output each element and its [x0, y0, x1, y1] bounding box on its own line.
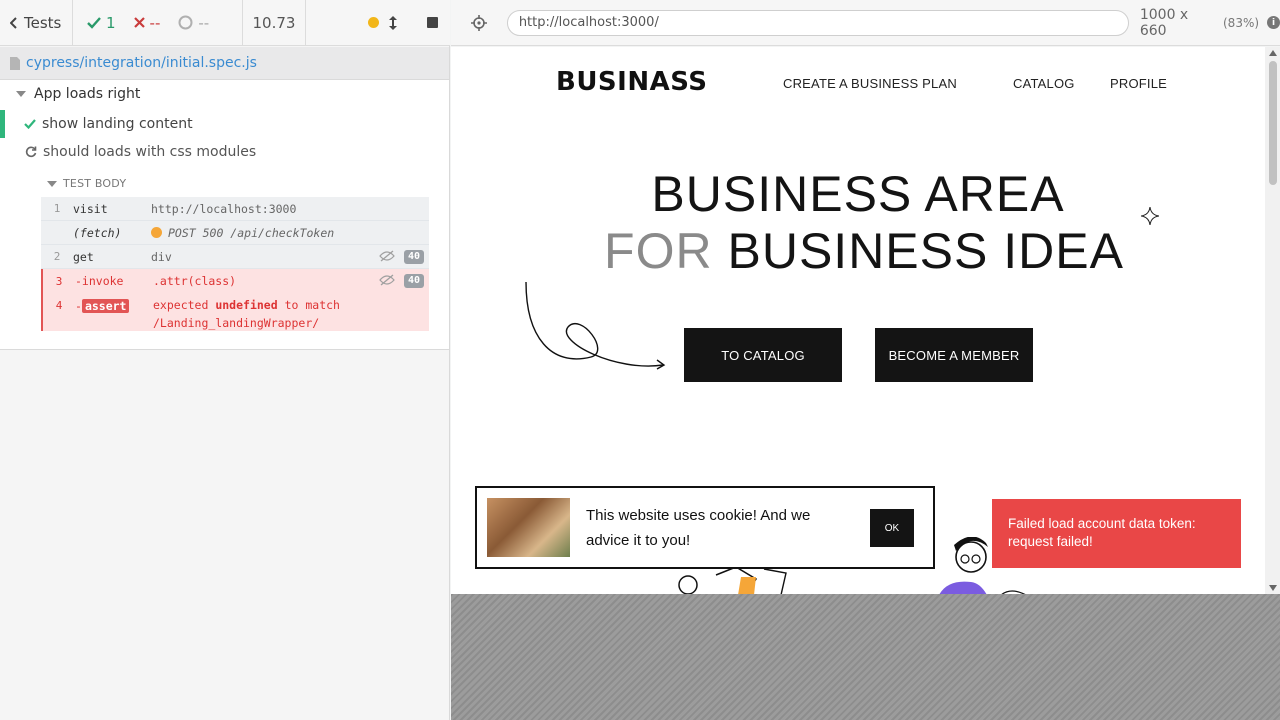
x-icon — [133, 17, 145, 28]
to-catalog-button[interactable]: TO CATALOG — [684, 328, 842, 382]
viewport-info: 1000 x 660 (83%) i — [1140, 7, 1280, 39]
url-bar[interactable]: http://localhost:3000/ — [506, 9, 1129, 36]
passed-count: 1 — [106, 13, 116, 32]
command-row[interactable]: 2 get div 40 — [41, 245, 429, 269]
viewport-size: 1000 x 660 — [1139, 6, 1189, 39]
cookie-text: This website uses cookie! And we advice … — [586, 507, 811, 549]
hero-line2-text: BUSINESS IDEA — [727, 223, 1124, 279]
page-scrollbar[interactable] — [1265, 47, 1280, 594]
running-indicator-icon — [368, 17, 379, 28]
nav-create-plan[interactable]: CREATE A BUSINESS PLAN — [783, 76, 957, 91]
test-title: show landing content — [42, 116, 193, 132]
test-body-label: TEST BODY — [63, 177, 127, 190]
command-log: 1 visit http://localhost:3000 (fetch) PO… — [41, 197, 429, 331]
site-logo[interactable]: BUSINASS — [556, 67, 708, 97]
scroll-toggle-icon[interactable] — [389, 15, 397, 30]
element-count-badge: 40 — [404, 274, 424, 288]
failed-stat: -- — [133, 13, 161, 32]
caret-down-icon — [47, 180, 57, 187]
command-name: visit — [73, 201, 108, 216]
hamster-image — [487, 498, 570, 557]
tests-button[interactable]: Tests — [0, 0, 73, 46]
error-toast[interactable]: Failed load account data token: request … — [992, 499, 1241, 568]
assert-message-c: to match — [284, 298, 340, 312]
cookie-banner: This website uses cookie! And we advice … — [475, 486, 935, 569]
test-row-running[interactable]: should loads with css modules — [0, 138, 449, 166]
command-number: 2 — [53, 250, 61, 263]
command-row[interactable]: 1 visit http://localhost:3000 — [41, 197, 429, 221]
chevron-left-icon — [10, 16, 17, 29]
circle-notch-icon — [178, 15, 193, 30]
command-row[interactable]: (fetch) POST 500 /api/checkToken — [41, 221, 429, 245]
info-icon[interactable]: i — [1267, 16, 1280, 29]
scroll-up-arrow-icon[interactable] — [1269, 50, 1277, 56]
assert-message-b: undefined — [215, 298, 278, 312]
spec-file-bar: cypress/integration/initial.spec.js — [0, 47, 449, 80]
command-number: 4 — [55, 299, 63, 312]
stats: 1 -- -- — [73, 0, 243, 46]
pending-request-icon — [151, 226, 162, 238]
command-name: (fetch) — [73, 225, 122, 240]
reporter-panel: Tests 1 -- -- 10.73 cypress/integration/… — [0, 0, 450, 720]
command-row-failed[interactable]: 3 -invoke .attr(class) 40 — [41, 269, 429, 293]
aut-header: http://localhost:3000/ 1000 x 660 (83%) … — [451, 0, 1280, 46]
selector-playground-button[interactable] — [451, 14, 507, 31]
suite-title[interactable]: App loads right — [16, 86, 140, 102]
eye-slash-icon — [379, 274, 395, 286]
element-count-badge: 40 — [404, 250, 424, 264]
nav-profile[interactable]: PROFILE — [1110, 76, 1167, 91]
command-number: 1 — [53, 202, 61, 215]
command-message: POST 500 /api/checkToken — [151, 226, 429, 240]
assert-tag: assert — [81, 299, 130, 313]
command-name: -invoke — [75, 274, 124, 288]
command-row-failed[interactable]: 4 - assert expected undefined to match /L… — [41, 293, 429, 331]
scroll-down-arrow-icon[interactable] — [1269, 585, 1277, 591]
sparkle-icon — [1141, 207, 1159, 225]
scrollbar-thumb[interactable] — [1269, 61, 1277, 185]
test-title: should loads with css modules — [43, 144, 257, 160]
refresh-icon — [25, 146, 37, 158]
test-row-passed[interactable]: show landing content — [0, 110, 449, 138]
test-body-header[interactable]: TEST BODY — [47, 177, 126, 190]
runnables: App loads right show landing content sho… — [0, 80, 449, 350]
hero-title-line2: FOR BUSINESS IDEA — [457, 222, 1271, 280]
pending-count: -- — [198, 13, 210, 32]
app-under-test-iframe: BUSINASS CREATE A BUSINESS PLAN CATALOG … — [451, 47, 1280, 594]
spec-file-link[interactable]: cypress/integration/initial.spec.js — [26, 55, 257, 71]
failed-count: -- — [149, 13, 161, 32]
reporter-header: Tests 1 -- -- 10.73 — [0, 0, 450, 46]
command-name-prefix: - — [75, 299, 82, 313]
assert-message-d: /Landing_landingWrapper/ — [153, 316, 320, 330]
runner-controls — [306, 0, 450, 46]
duration: 10.73 — [243, 0, 306, 46]
cookie-ok-button[interactable]: OK — [870, 509, 914, 547]
command-message: http://localhost:3000 — [151, 201, 297, 216]
suite-title-label: App loads right — [34, 86, 141, 102]
viewport-scale: (83%) — [1223, 15, 1260, 30]
command-name: get — [73, 249, 94, 264]
command-message: expected undefined to match /Landing_lan… — [153, 296, 429, 332]
tests-button-label: Tests — [24, 13, 62, 32]
nav-catalog[interactable]: CATALOG — [1013, 76, 1075, 91]
fetch-message: POST 500 /api/checkToken — [168, 225, 335, 240]
swirl-arrow-icon — [525, 281, 666, 370]
become-member-button[interactable]: BECOME A MEMBER — [875, 328, 1033, 382]
command-name: - assert — [75, 299, 153, 313]
assert-message-a: expected — [153, 298, 209, 312]
pending-stat: -- — [178, 14, 209, 32]
caret-down-icon — [16, 91, 26, 97]
aut-empty-area — [451, 594, 1280, 720]
file-icon — [10, 56, 20, 70]
stop-button-icon[interactable] — [427, 17, 438, 28]
command-number: 3 — [55, 274, 63, 288]
check-icon — [87, 16, 101, 29]
eye-slash-icon — [379, 250, 395, 262]
check-icon — [24, 119, 36, 129]
passed-stat: 1 — [87, 14, 116, 32]
crosshairs-icon — [470, 14, 487, 31]
hero-muted-word: FOR — [604, 223, 713, 279]
